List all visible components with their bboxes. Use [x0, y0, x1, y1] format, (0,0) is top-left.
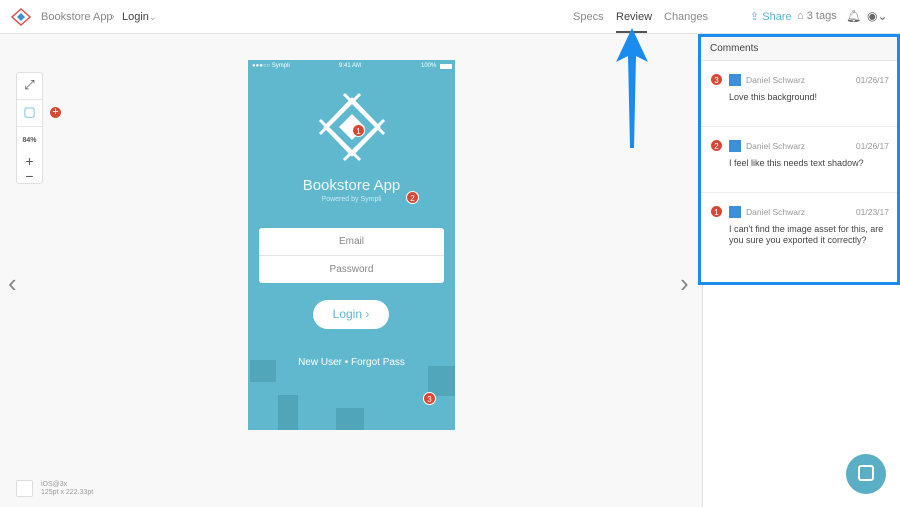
comments-header: Comments	[701, 37, 897, 61]
fit-screen-icon[interactable]: ⤢	[17, 77, 42, 93]
app-logo-icon[interactable]	[11, 8, 31, 26]
zoom-in-button[interactable]: +	[17, 153, 42, 169]
prev-screen-arrow-icon[interactable]: ‹	[8, 268, 17, 299]
comment-date: 01/26/17	[855, 141, 889, 151]
comment-item[interactable]: 2 Daniel Schwarz 01/26/17 I feel like th…	[701, 127, 897, 193]
tab-changes[interactable]: Changes	[664, 11, 708, 23]
chevron-down-icon[interactable]: ⌄	[149, 12, 157, 23]
comment-number: 3	[710, 73, 723, 86]
chat-icon	[858, 465, 874, 481]
user-menu-icon[interactable]: ◉⌄	[867, 9, 888, 23]
bell-icon[interactable]: 🔔︎	[846, 9, 861, 23]
comment-author: Daniel Schwarz	[746, 75, 806, 85]
share-icon: ⇪	[750, 11, 760, 23]
comment-pin[interactable]: 2	[406, 191, 419, 204]
comment-number: 2	[710, 139, 723, 152]
breadcrumb-separator-icon: ›	[111, 11, 115, 23]
breadcrumb-screen[interactable]: Login	[122, 11, 149, 23]
avatar	[729, 140, 741, 152]
login-button[interactable]: Login ›	[313, 300, 389, 329]
comment-date: 01/26/17	[855, 75, 889, 85]
add-comment-icon[interactable]: +	[49, 106, 62, 119]
tags-button[interactable]: ⌂ 3 tags	[797, 10, 837, 22]
avatar	[729, 74, 741, 86]
size-label: 125pt x 222.33pt	[41, 489, 94, 496]
zoom-out-button[interactable]: −	[17, 168, 42, 184]
comment-date: 01/23/17	[855, 207, 889, 217]
comment-text: I can't find the image asset for this, a…	[729, 224, 884, 245]
battery-icon	[440, 64, 452, 69]
annotation-arrow-icon	[616, 28, 648, 148]
tab-specs[interactable]: Specs	[573, 11, 604, 23]
password-field[interactable]: Password	[259, 264, 444, 275]
toolbox: ⤢ ▢ 84% + −	[16, 72, 43, 184]
comment-mode-icon[interactable]: ▢	[17, 104, 42, 120]
comment-pin[interactable]: 3	[423, 392, 436, 405]
share-button[interactable]: ⇪ Share	[750, 10, 792, 23]
comment-item[interactable]: 1 Daniel Schwarz 01/23/17 I can't find t…	[701, 193, 897, 278]
comment-pin[interactable]: 1	[352, 124, 365, 137]
next-screen-arrow-icon[interactable]: ›	[680, 268, 689, 299]
status-time: 9:41 AM	[339, 63, 362, 69]
status-carrier: ●●●○○ Sympli	[252, 63, 290, 69]
comment-author: Daniel Schwarz	[746, 141, 806, 151]
comment-text: I feel like this needs text shadow?	[729, 158, 864, 168]
login-form: Email Password	[259, 228, 444, 283]
zoom-level: 84%	[22, 137, 37, 144]
comments-panel: Comments 3 Daniel Schwarz 01/26/17 Love …	[698, 34, 900, 285]
comment-author: Daniel Schwarz	[746, 207, 806, 217]
screen-thumbnail[interactable]	[16, 480, 33, 497]
comment-item[interactable]: 3 Daniel Schwarz 01/26/17 Love this back…	[701, 61, 897, 127]
platform-label: iOS@3x	[41, 481, 68, 488]
comment-text: Love this background!	[729, 92, 818, 102]
email-field[interactable]: Email	[259, 236, 444, 247]
app-title: Bookstore App	[302, 177, 401, 194]
avatar	[729, 206, 741, 218]
tab-review[interactable]: Review	[616, 11, 652, 23]
chat-button[interactable]	[846, 454, 886, 494]
status-battery: 100%	[421, 63, 437, 69]
screen-preview: ●●●○○ Sympli 9:41 AM 100% 1 Bookstore Ap…	[248, 60, 455, 430]
app-subtitle: Powered by Sympli	[321, 196, 382, 203]
tag-icon: ⌂	[797, 10, 804, 22]
breadcrumb-project[interactable]: Bookstore App	[41, 11, 113, 23]
comment-number: 1	[710, 205, 723, 218]
top-bar: Bookstore App › Login ⌄ Specs Review Cha…	[0, 0, 900, 34]
